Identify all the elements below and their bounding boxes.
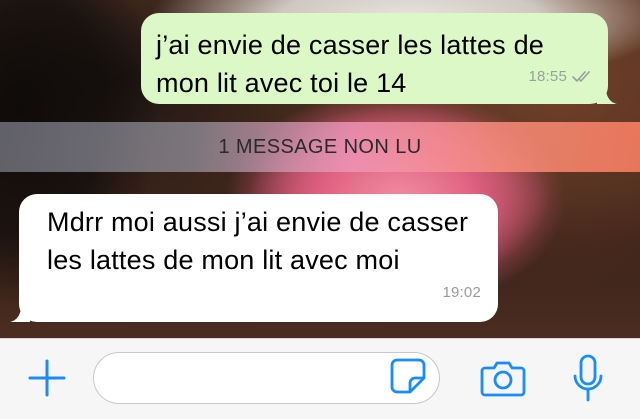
unread-messages-divider: 1 MESSAGE NON LU (0, 122, 640, 172)
incoming-message-time: 19:02 (442, 284, 481, 301)
outgoing-message-bubble[interactable]: j’ai envie de casser les lattes de mon l… (141, 13, 617, 104)
incoming-message-text: Mdrr moi aussi j’ai envie de casser les … (47, 207, 469, 275)
sticker-button[interactable] (386, 353, 430, 399)
outgoing-message-meta: 18:55 (528, 58, 594, 96)
outgoing-message-time: 18:55 (528, 68, 567, 85)
camera-icon (480, 361, 526, 397)
camera-button[interactable] (478, 357, 528, 399)
microphone-button[interactable] (566, 353, 610, 405)
unread-messages-label: 1 MESSAGE NON LU (218, 135, 422, 158)
outgoing-bubble-tail (597, 84, 617, 104)
incoming-message-bubble[interactable]: Mdrr moi aussi j’ai envie de casser les … (10, 194, 498, 322)
sticker-icon (390, 358, 426, 394)
message-input[interactable] (112, 353, 386, 405)
microphone-icon (573, 354, 603, 402)
attach-button[interactable] (24, 355, 70, 401)
message-composer (0, 338, 640, 419)
plus-icon (28, 359, 66, 397)
double-check-icon (572, 71, 590, 82)
incoming-bubble-tail (10, 302, 30, 322)
